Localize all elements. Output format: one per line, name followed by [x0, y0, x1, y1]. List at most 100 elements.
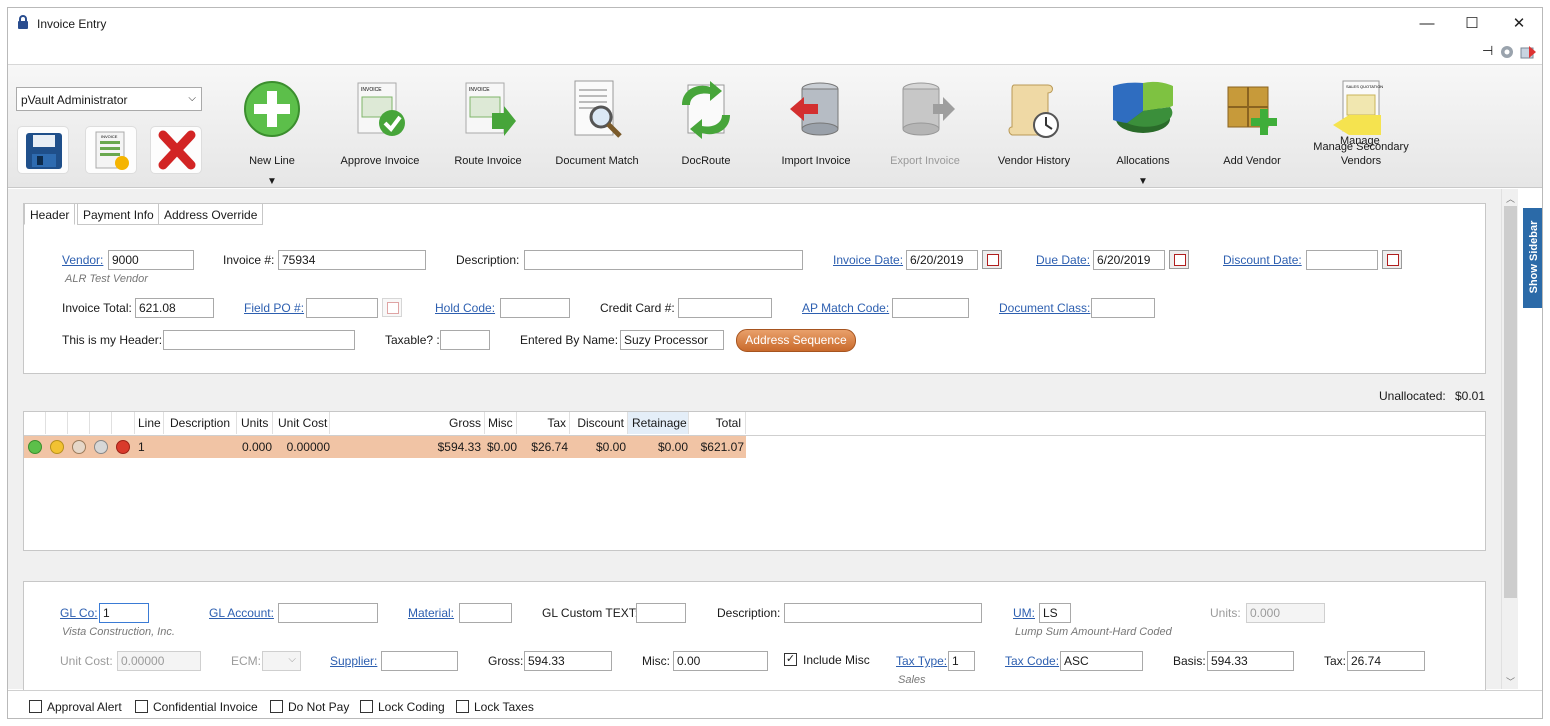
my-header-input[interactable] — [163, 330, 355, 350]
address-sequence-button[interactable]: Address Sequence — [736, 329, 856, 352]
tax-input[interactable]: 26.74 — [1347, 651, 1425, 671]
maximize-button[interactable]: ☐ — [1457, 14, 1487, 34]
um-input[interactable]: LS — [1039, 603, 1071, 623]
field-po-input[interactable] — [306, 298, 378, 318]
col-misc[interactable]: Misc — [485, 412, 517, 434]
col-units[interactable]: Units — [237, 412, 273, 434]
gl-custom-text-input[interactable] — [636, 603, 686, 623]
vertical-scrollbar[interactable]: ︿ ﹀ — [1501, 189, 1518, 689]
col-gross[interactable]: Gross — [330, 412, 485, 434]
basis-input[interactable]: 594.33 — [1207, 651, 1294, 671]
gross-input[interactable]: 594.33 — [524, 651, 612, 671]
material-link[interactable]: Material: — [408, 606, 454, 620]
tab-payment-info[interactable]: Payment Info — [77, 203, 160, 225]
col-unit-cost[interactable]: Unit Cost — [273, 412, 330, 434]
lock-coding-checkbox[interactable] — [360, 700, 373, 713]
invoice-date-link[interactable]: Invoice Date: — [833, 253, 903, 267]
discount-date-calendar-icon[interactable] — [1382, 250, 1402, 269]
show-sidebar-tab[interactable]: Show Sidebar — [1523, 208, 1542, 308]
unit-cost-input[interactable]: 0.00000 — [117, 651, 201, 671]
document-class-input[interactable] — [1091, 298, 1155, 318]
units-input[interactable]: 0.000 — [1246, 603, 1325, 623]
discount-date-link[interactable]: Discount Date: — [1223, 253, 1302, 267]
approval-alert-checkbox[interactable] — [29, 700, 42, 713]
gl-account-input[interactable] — [278, 603, 378, 623]
tax-type-link[interactable]: Tax Type: — [896, 654, 947, 668]
discount-date-input[interactable] — [1306, 250, 1378, 270]
ap-match-code-input[interactable] — [892, 298, 969, 318]
save-button[interactable] — [17, 126, 69, 174]
ecm-select[interactable]: ⌵ — [262, 651, 301, 671]
send-settings-icon[interactable] — [1519, 44, 1537, 60]
um-link[interactable]: UM: — [1013, 606, 1035, 620]
new-line-button[interactable]: New Line ▼ — [222, 73, 322, 187]
route-invoice-button[interactable]: INVOICE Route Invoice — [438, 73, 538, 183]
col-discount[interactable]: Discount — [570, 412, 628, 434]
scrollbar-thumb[interactable] — [1504, 206, 1517, 598]
hold-code-link[interactable]: Hold Code: — [435, 301, 495, 315]
lock-taxes-checkbox[interactable] — [456, 700, 469, 713]
field-po-link[interactable]: Field PO #: — [244, 301, 304, 315]
tax-code-link[interactable]: Tax Code: — [1005, 654, 1059, 668]
approve-invoice-button[interactable]: INVOICE Approve Invoice — [330, 73, 430, 183]
material-input[interactable] — [459, 603, 512, 623]
tax-code-input[interactable]: ASC — [1060, 651, 1143, 671]
due-date-input[interactable]: 6/20/2019 — [1093, 250, 1165, 270]
delete-invoice-button[interactable] — [150, 126, 202, 174]
gl-co-input[interactable]: 1 — [99, 603, 149, 623]
do-not-pay-checkbox[interactable] — [270, 700, 283, 713]
vendor-link[interactable]: Vendor: — [62, 253, 103, 267]
line-description-input[interactable] — [784, 603, 982, 623]
due-date-calendar-icon[interactable] — [1169, 250, 1189, 269]
gl-co-link[interactable]: GL Co: — [60, 606, 98, 620]
supplier-input[interactable] — [381, 651, 458, 671]
edit-line-icon[interactable] — [50, 440, 64, 454]
col-description[interactable]: Description — [164, 412, 237, 434]
taxable-input[interactable] — [440, 330, 490, 350]
scroll-up-icon[interactable]: ︿ — [1506, 192, 1515, 205]
split-line-icon[interactable] — [72, 440, 86, 454]
tax-type-input[interactable]: 1 — [948, 651, 975, 671]
pin-icon[interactable]: ⊣ — [1482, 43, 1493, 59]
manage-secondary-vendors-button[interactable]: SALES QUOTATION Manage Manage Secondary … — [1311, 73, 1411, 183]
gear-icon[interactable] — [1499, 44, 1515, 60]
user-select[interactable]: pVault Administrator ⌵ — [16, 87, 202, 111]
invoice-date-input[interactable]: 6/20/2019 — [906, 250, 978, 270]
hold-code-input[interactable] — [500, 298, 570, 318]
confidential-invoice-checkbox[interactable] — [135, 700, 148, 713]
new-line-dropdown-caret[interactable]: ▼ — [222, 176, 322, 187]
export-invoice-button[interactable]: Export Invoice — [875, 73, 975, 183]
ap-match-code-link[interactable]: AP Match Code: — [802, 301, 889, 315]
supplier-link[interactable]: Supplier: — [330, 654, 377, 668]
docroute-button[interactable]: DocRoute — [656, 73, 756, 183]
credit-card-input[interactable] — [678, 298, 772, 318]
delete-line-icon[interactable] — [116, 440, 130, 454]
gl-account-link[interactable]: GL Account: — [209, 606, 274, 620]
info-line-icon[interactable] — [94, 440, 108, 454]
col-line[interactable]: Line — [135, 412, 164, 434]
vendor-input[interactable]: 9000 — [108, 250, 194, 270]
invoice-no-input[interactable]: 75934 — [278, 250, 426, 270]
tab-address-override[interactable]: Address Override — [158, 203, 264, 225]
allocations-button[interactable]: Allocations ▼ — [1093, 73, 1193, 187]
new-invoice-button[interactable]: INVOICE — [85, 126, 137, 174]
add-vendor-button[interactable]: Add Vendor — [1202, 73, 1302, 183]
col-total[interactable]: Total — [689, 412, 746, 434]
minimize-button[interactable]: — — [1412, 14, 1442, 34]
scroll-down-icon[interactable]: ﹀ — [1506, 675, 1515, 688]
vendor-history-button[interactable]: Vendor History — [984, 73, 1084, 183]
invoice-date-calendar-icon[interactable] — [982, 250, 1002, 269]
close-button[interactable]: ✕ — [1504, 14, 1534, 34]
invoice-total-input[interactable]: 621.08 — [135, 298, 214, 318]
description-input[interactable] — [524, 250, 803, 270]
entered-by-input[interactable]: Suzy Processor — [620, 330, 724, 350]
document-match-button[interactable]: Document Match — [547, 73, 647, 183]
import-invoice-button[interactable]: Import Invoice — [766, 73, 866, 183]
due-date-link[interactable]: Due Date: — [1036, 253, 1090, 267]
col-retainage[interactable]: Retainage — [628, 412, 689, 434]
tab-header[interactable]: Header — [24, 203, 76, 225]
allocations-dropdown-caret[interactable]: ▼ — [1093, 176, 1193, 187]
include-misc-checkbox[interactable]: ✓ — [784, 653, 797, 666]
col-tax[interactable]: Tax — [517, 412, 570, 434]
misc-input[interactable]: 0.00 — [673, 651, 768, 671]
